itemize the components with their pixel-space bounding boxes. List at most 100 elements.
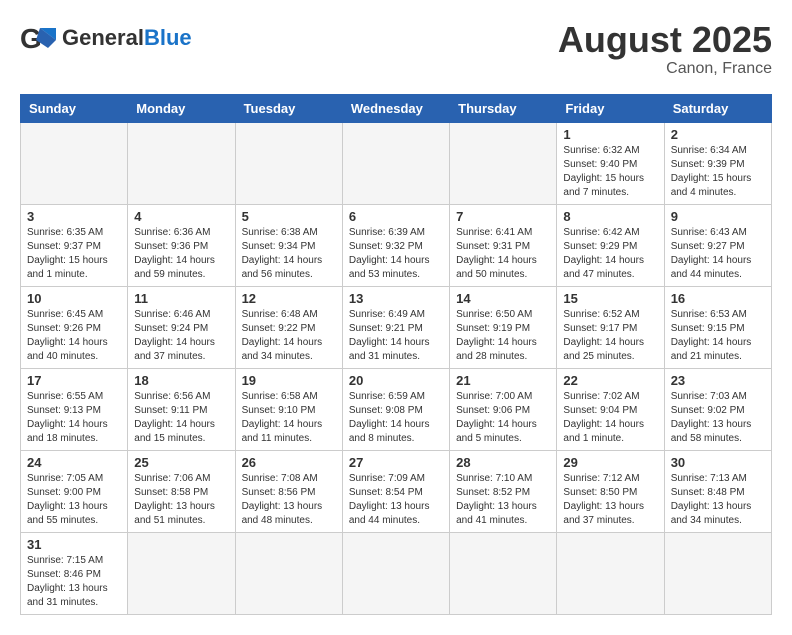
day-info: Sunrise: 7:00 AM Sunset: 9:06 PM Dayligh… <box>456 390 550 446</box>
calendar: Sunday Monday Tuesday Wednesday Thursday… <box>20 94 772 615</box>
day-info: Sunrise: 6:56 AM Sunset: 9:11 PM Dayligh… <box>134 390 228 446</box>
table-row: 6Sunrise: 6:39 AM Sunset: 9:32 PM Daylig… <box>342 204 449 286</box>
table-row: 23 Sunrise: 7:03 AM Sunset: 9:02 PM Dayli… <box>664 368 771 450</box>
day-number: 2 <box>671 127 765 142</box>
table-row <box>235 122 342 204</box>
table-row <box>664 532 771 614</box>
table-row: 22 Sunrise: 7:02 AM Sunset: 9:04 PM Dayli… <box>557 368 664 450</box>
day-number: 24 <box>27 455 121 470</box>
table-row: 2Sunrise: 6:34 AM Sunset: 9:39 PM Daylig… <box>664 122 771 204</box>
table-row: 14Sunrise: 6:50 AM Sunset: 9:19 PM Dayli… <box>450 286 557 368</box>
day-number: 12 <box>242 291 336 306</box>
day-number: 11 <box>134 291 228 306</box>
table-row <box>557 532 664 614</box>
table-row: 17Sunrise: 6:55 AM Sunset: 9:13 PM Dayli… <box>21 368 128 450</box>
table-row <box>21 122 128 204</box>
table-row <box>450 532 557 614</box>
day-number: 16 <box>671 291 765 306</box>
day-number: 1 <box>563 127 657 142</box>
day-number: 23 <box>671 373 765 388</box>
day-info: Sunrise: 6:41 AM Sunset: 9:31 PM Dayligh… <box>456 226 550 282</box>
col-saturday: Saturday <box>664 94 771 122</box>
day-info: Sunrise: 6:48 AM Sunset: 9:22 PM Dayligh… <box>242 308 336 364</box>
table-row: 30 Sunrise: 7:13 AM Sunset: 8:48 PM Dayli… <box>664 450 771 532</box>
table-row: 9Sunrise: 6:43 AM Sunset: 9:27 PM Daylig… <box>664 204 771 286</box>
table-row: 10 Sunrise: 6:45 AM Sunset: 9:26 PM Dayli… <box>21 286 128 368</box>
day-number: 3 <box>27 209 121 224</box>
table-row: 4 Sunrise: 6:36 AM Sunset: 9:36 PM Daylig… <box>128 204 235 286</box>
day-info: Sunrise: 7:13 AM Sunset: 8:48 PM Dayligh… <box>671 472 765 528</box>
table-row: 21 Sunrise: 7:00 AM Sunset: 9:06 PM Dayli… <box>450 368 557 450</box>
logo-general: GeneralBlue <box>62 25 192 50</box>
day-info: Sunrise: 6:59 AM Sunset: 9:08 PM Dayligh… <box>349 390 443 446</box>
calendar-week-row: 3Sunrise: 6:35 AM Sunset: 9:37 PM Daylig… <box>21 204 772 286</box>
table-row: 24Sunrise: 7:05 AM Sunset: 9:00 PM Dayli… <box>21 450 128 532</box>
table-row: 11 Sunrise: 6:46 AM Sunset: 9:24 PM Dayli… <box>128 286 235 368</box>
day-number: 13 <box>349 291 443 306</box>
day-number: 8 <box>563 209 657 224</box>
col-friday: Friday <box>557 94 664 122</box>
day-number: 28 <box>456 455 550 470</box>
logo-icon: G <box>20 20 56 56</box>
month-title: August 2025 <box>558 20 772 60</box>
day-info: Sunrise: 7:15 AM Sunset: 8:46 PM Dayligh… <box>27 554 121 610</box>
day-info: Sunrise: 7:02 AM Sunset: 9:04 PM Dayligh… <box>563 390 657 446</box>
table-row: 25 Sunrise: 7:06 AM Sunset: 8:58 PM Dayli… <box>128 450 235 532</box>
day-number: 27 <box>349 455 443 470</box>
table-row: 19 Sunrise: 6:58 AM Sunset: 9:10 PM Dayli… <box>235 368 342 450</box>
day-number: 15 <box>563 291 657 306</box>
day-number: 25 <box>134 455 228 470</box>
day-number: 17 <box>27 373 121 388</box>
table-row: 20 Sunrise: 6:59 AM Sunset: 9:08 PM Dayli… <box>342 368 449 450</box>
day-info: Sunrise: 7:08 AM Sunset: 8:56 PM Dayligh… <box>242 472 336 528</box>
logo: G GeneralBlue <box>20 20 192 56</box>
table-row <box>342 122 449 204</box>
day-number: 6 <box>349 209 443 224</box>
day-info: Sunrise: 6:45 AM Sunset: 9:26 PM Dayligh… <box>27 308 121 364</box>
day-info: Sunrise: 6:58 AM Sunset: 9:10 PM Dayligh… <box>242 390 336 446</box>
day-number: 19 <box>242 373 336 388</box>
day-info: Sunrise: 6:52 AM Sunset: 9:17 PM Dayligh… <box>563 308 657 364</box>
calendar-week-row: 31Sunrise: 7:15 AM Sunset: 8:46 PM Dayli… <box>21 532 772 614</box>
day-info: Sunrise: 7:06 AM Sunset: 8:58 PM Dayligh… <box>134 472 228 528</box>
table-row: 13 Sunrise: 6:49 AM Sunset: 9:21 PM Dayli… <box>342 286 449 368</box>
day-number: 18 <box>134 373 228 388</box>
day-number: 5 <box>242 209 336 224</box>
day-number: 21 <box>456 373 550 388</box>
day-info: Sunrise: 6:36 AM Sunset: 9:36 PM Dayligh… <box>134 226 228 282</box>
day-number: 30 <box>671 455 765 470</box>
day-number: 29 <box>563 455 657 470</box>
table-row <box>342 532 449 614</box>
table-row: 3Sunrise: 6:35 AM Sunset: 9:37 PM Daylig… <box>21 204 128 286</box>
table-row: 27 Sunrise: 7:09 AM Sunset: 8:54 PM Dayli… <box>342 450 449 532</box>
table-row: 1 Sunrise: 6:32 AM Sunset: 9:40 PM Daylig… <box>557 122 664 204</box>
table-row: 15 Sunrise: 6:52 AM Sunset: 9:17 PM Dayli… <box>557 286 664 368</box>
day-info: Sunrise: 6:50 AM Sunset: 9:19 PM Dayligh… <box>456 308 550 364</box>
table-row: 16Sunrise: 6:53 AM Sunset: 9:15 PM Dayli… <box>664 286 771 368</box>
table-row <box>235 532 342 614</box>
table-row: 18 Sunrise: 6:56 AM Sunset: 9:11 PM Dayli… <box>128 368 235 450</box>
table-row <box>128 532 235 614</box>
day-number: 22 <box>563 373 657 388</box>
day-number: 10 <box>27 291 121 306</box>
day-info: Sunrise: 7:03 AM Sunset: 9:02 PM Dayligh… <box>671 390 765 446</box>
day-number: 20 <box>349 373 443 388</box>
day-info: Sunrise: 6:49 AM Sunset: 9:21 PM Dayligh… <box>349 308 443 364</box>
table-row: 5 Sunrise: 6:38 AM Sunset: 9:34 PM Daylig… <box>235 204 342 286</box>
day-number: 26 <box>242 455 336 470</box>
location: Canon, France <box>558 60 772 78</box>
day-info: Sunrise: 6:46 AM Sunset: 9:24 PM Dayligh… <box>134 308 228 364</box>
day-info: Sunrise: 6:42 AM Sunset: 9:29 PM Dayligh… <box>563 226 657 282</box>
day-info: Sunrise: 6:38 AM Sunset: 9:34 PM Dayligh… <box>242 226 336 282</box>
day-number: 4 <box>134 209 228 224</box>
day-info: Sunrise: 7:09 AM Sunset: 8:54 PM Dayligh… <box>349 472 443 528</box>
day-info: Sunrise: 6:32 AM Sunset: 9:40 PM Dayligh… <box>563 144 657 200</box>
day-info: Sunrise: 7:10 AM Sunset: 8:52 PM Dayligh… <box>456 472 550 528</box>
table-row: 8 Sunrise: 6:42 AM Sunset: 9:29 PM Daylig… <box>557 204 664 286</box>
day-info: Sunrise: 7:12 AM Sunset: 8:50 PM Dayligh… <box>563 472 657 528</box>
col-sunday: Sunday <box>21 94 128 122</box>
table-row: 29 Sunrise: 7:12 AM Sunset: 8:50 PM Dayli… <box>557 450 664 532</box>
table-row: 26 Sunrise: 7:08 AM Sunset: 8:56 PM Dayli… <box>235 450 342 532</box>
logo-blue: Blue <box>144 25 192 50</box>
table-row: 12 Sunrise: 6:48 AM Sunset: 9:22 PM Dayli… <box>235 286 342 368</box>
